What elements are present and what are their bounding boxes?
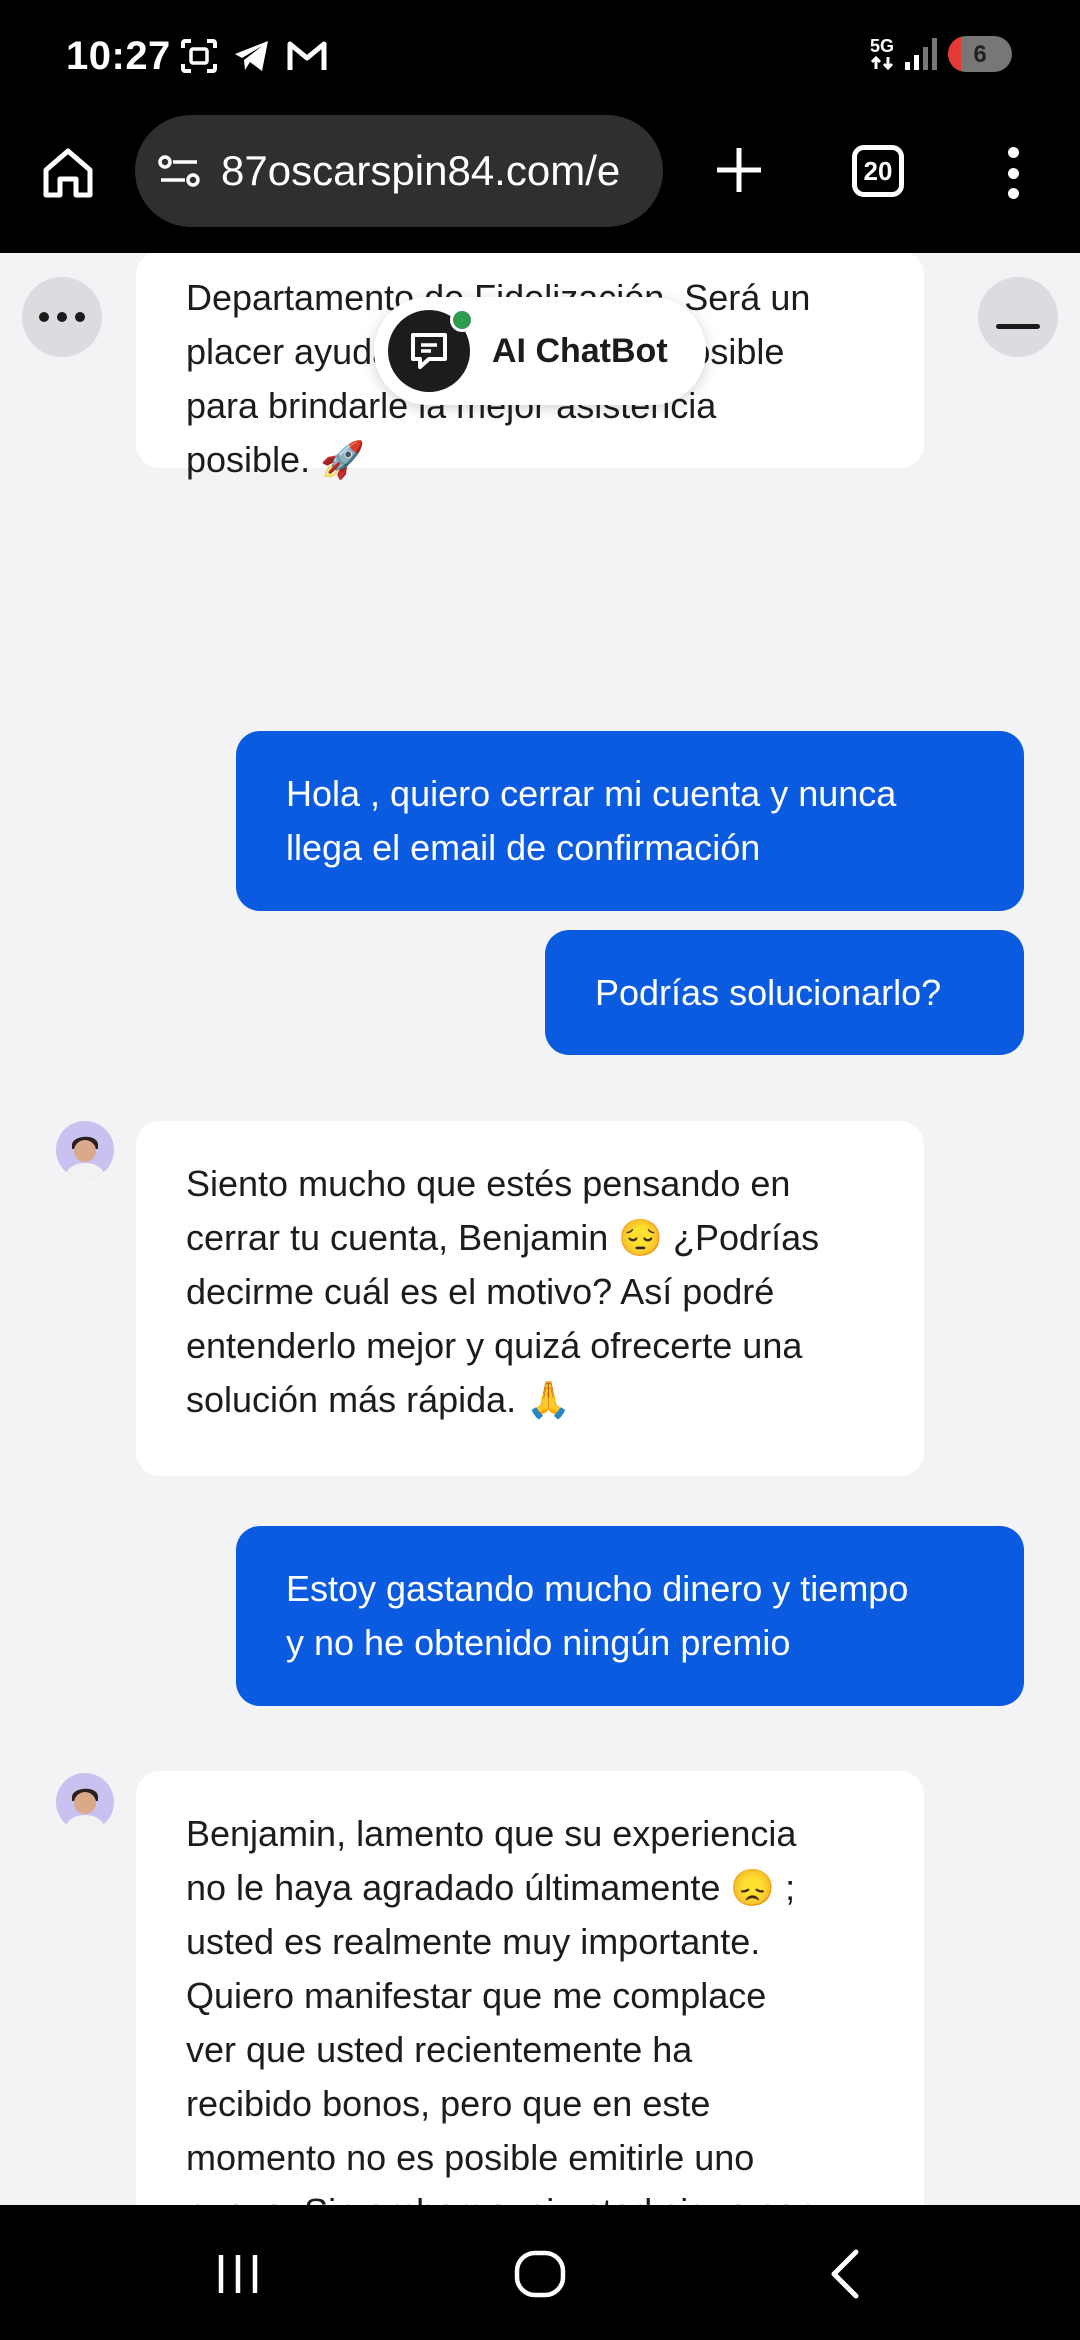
message-text: Podrías solucionarlo? bbox=[595, 972, 942, 1013]
home-nav-button[interactable] bbox=[504, 2241, 576, 2307]
notification-icons bbox=[180, 38, 328, 74]
browser-menu-button[interactable] bbox=[995, 141, 1031, 205]
home-icon bbox=[43, 148, 93, 198]
back-button[interactable] bbox=[808, 2241, 880, 2307]
chat-options-button[interactable] bbox=[22, 277, 102, 357]
url-text: 87oscarspin84.com/e bbox=[221, 147, 621, 194]
more-horiz-icon bbox=[35, 312, 89, 322]
user-message: Podrías solucionarlo? bbox=[545, 930, 1024, 1055]
message-text: Benjamin, lamento que su experiencia no … bbox=[186, 1813, 816, 2205]
bot-avatar bbox=[56, 1121, 114, 1179]
signal-icon bbox=[905, 38, 937, 70]
more-vert-icon bbox=[1007, 147, 1019, 158]
home-button[interactable] bbox=[36, 141, 100, 205]
online-status-dot bbox=[450, 308, 474, 332]
system-nav-bar bbox=[0, 2205, 1080, 2340]
status-time: 10:27 bbox=[66, 34, 171, 78]
recents-icon bbox=[218, 2255, 258, 2293]
status-bar: 10:27 5G 6 bbox=[0, 0, 1080, 115]
network-type-icon: 5G bbox=[870, 37, 894, 71]
chatbot-logo bbox=[388, 308, 474, 392]
site-settings-icon[interactable] bbox=[157, 151, 201, 191]
gmail-icon bbox=[287, 41, 327, 70]
system-icons: 5G 6 bbox=[870, 36, 1012, 72]
chat-page: AI ChatBot Departamento de Fidelización.… bbox=[0, 253, 1080, 2205]
browser-toolbar: 87oscarspin84.com/e 20 bbox=[0, 115, 1080, 253]
tab-switcher-button[interactable]: 20 bbox=[852, 145, 904, 197]
minimize-icon bbox=[996, 323, 1040, 329]
battery-icon: 6 bbox=[948, 36, 1012, 72]
battery-level: 6 bbox=[973, 41, 987, 68]
back-icon bbox=[831, 2249, 859, 2299]
user-message: Hola , quiero cerrar mi cuenta y nunca l… bbox=[236, 731, 1024, 911]
chatbot-title: AI ChatBot bbox=[492, 331, 668, 370]
telegram-icon bbox=[235, 41, 268, 71]
bot-avatar bbox=[56, 1773, 114, 1831]
recents-button[interactable] bbox=[202, 2241, 274, 2307]
message-text: Hola , quiero cerrar mi cuenta y nunca l… bbox=[286, 773, 897, 868]
user-message: Estoy gastando mucho dinero y tiempo y n… bbox=[236, 1526, 1024, 1706]
chat-bubble-icon bbox=[411, 333, 447, 369]
message-text: Siento mucho que estés pensando en cerra… bbox=[186, 1163, 820, 1420]
tab-count: 20 bbox=[863, 155, 893, 186]
message-text: Estoy gastando mucho dinero y tiempo y n… bbox=[286, 1568, 909, 1663]
bot-message: Benjamin, lamento que su experiencia no … bbox=[136, 1771, 924, 2205]
url-bar[interactable]: 87oscarspin84.com/e bbox=[135, 115, 663, 227]
chatbot-header: AI ChatBot bbox=[374, 297, 706, 405]
network-type-label: 5G bbox=[869, 36, 894, 56]
chat-minimize-button[interactable] bbox=[978, 277, 1058, 357]
home-circle-icon bbox=[514, 2250, 566, 2298]
plus-icon bbox=[717, 148, 761, 192]
new-tab-button[interactable] bbox=[706, 137, 772, 203]
screenshot-icon bbox=[181, 39, 217, 73]
bot-message: Siento mucho que estés pensando en cerra… bbox=[136, 1121, 924, 1476]
